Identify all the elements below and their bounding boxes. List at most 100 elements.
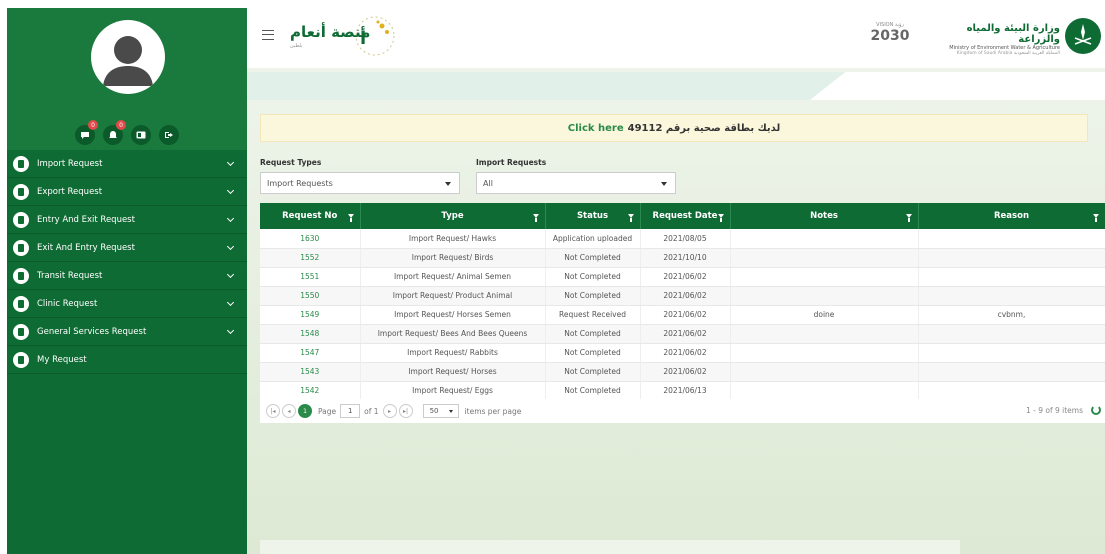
health-card-banner: Click here لديك بطاقة صحية برقم 49112 — [260, 114, 1088, 142]
cell-type: Import Request/ Horses — [360, 362, 546, 382]
column-header-reason[interactable]: Reason — [918, 203, 1105, 229]
request-types-label: Request Types — [260, 158, 322, 167]
cell-notes — [730, 381, 919, 401]
sidebar-item-general-services-request[interactable]: General Services Request — [7, 318, 247, 346]
filter-icon[interactable] — [717, 214, 724, 222]
clinic-icon — [13, 295, 29, 312]
cell-status: Not Completed — [545, 286, 641, 306]
profile-panel: 0 0 — [7, 8, 247, 150]
refresh-icon[interactable] — [1091, 405, 1101, 415]
cell-reason — [918, 267, 1105, 287]
page-number-button[interactable]: 1 — [298, 404, 312, 418]
pager: |◂ ◂ 1 Page 1 of 1 ▸ ▸| 50 items per pag… — [260, 399, 1105, 423]
filter-icon[interactable] — [347, 214, 354, 222]
request-no-link[interactable]: 1551 — [260, 267, 361, 287]
import-requests-value: All — [483, 178, 493, 188]
filter-icon[interactable] — [532, 214, 539, 222]
page-size-select[interactable]: 50 — [422, 404, 459, 418]
request-no-link[interactable]: 1542 — [260, 381, 361, 401]
sidebar-item-my-request[interactable]: My Request — [7, 346, 247, 374]
request-no-link[interactable]: 1630 — [260, 229, 361, 249]
last-page-icon[interactable]: ▸| — [398, 404, 413, 418]
import-requests-label: Import Requests — [476, 158, 547, 167]
request-no-link[interactable]: 1548 — [260, 324, 361, 344]
sidebar-item-label: Transit Request — [37, 270, 103, 281]
column-header-type[interactable]: Type — [360, 203, 546, 229]
footer-strip — [260, 540, 960, 554]
table-row: 1548 Import Request/ Bees And Bees Queens… — [260, 324, 1105, 344]
health-card-link[interactable]: Click here — [568, 123, 624, 134]
saudi-emblem-icon — [1065, 18, 1101, 54]
column-header-label: Notes — [810, 211, 838, 221]
cell-reason — [918, 343, 1105, 363]
sidebar-item-label: Export Request — [37, 186, 103, 197]
cell-date: 2021/06/13 — [640, 381, 731, 401]
notifications-badge: 0 — [116, 120, 126, 130]
cell-type: Import Request/ Rabbits — [360, 343, 546, 363]
sidebar-item-clinic-request[interactable]: Clinic Request — [7, 290, 247, 318]
sidebar-item-export-request[interactable]: Export Request — [7, 178, 247, 206]
sidebar-item-entry-exit-request[interactable]: Entry And Exit Request — [7, 206, 247, 234]
sidebar: 0 0 Import Request Export Request Entry … — [7, 8, 247, 554]
cell-reason — [918, 229, 1105, 249]
cell-status: Not Completed — [545, 324, 641, 344]
requests-table: Request No Type Status Request Date Note… — [260, 203, 1105, 401]
column-header-notes[interactable]: Notes — [730, 203, 919, 229]
request-types-select[interactable]: Import Requests — [260, 172, 460, 194]
svg-text:أ: أ — [360, 26, 366, 49]
cell-notes — [730, 362, 919, 382]
table-row: 1550 Import Request/ Product Animal Not Co… — [260, 286, 1105, 306]
ministry-name-ar: وزارة البيئة والمياه والزراعة — [966, 23, 1060, 45]
first-page-icon[interactable]: |◂ — [266, 404, 280, 418]
cell-type: Import Request/ Birds — [360, 248, 546, 268]
avatar[interactable] — [91, 20, 165, 94]
sidebar-item-label: My Request — [37, 354, 87, 365]
hamburger-menu-icon[interactable] — [262, 30, 274, 40]
column-header-label: Reason — [994, 211, 1029, 221]
chevron-down-icon — [226, 158, 235, 167]
cell-status: Request Received — [545, 305, 641, 325]
table-row: 1552 Import Request/ Birds Not Completed 20… — [260, 248, 1105, 268]
filter-icon[interactable] — [905, 214, 912, 222]
transit-icon — [13, 267, 29, 284]
chevron-down-icon — [226, 298, 235, 307]
request-no-link[interactable]: 1549 — [260, 305, 361, 325]
cell-date: 2021/06/02 — [640, 324, 731, 344]
sidebar-item-exit-entry-request[interactable]: Exit And Entry Request — [7, 234, 247, 262]
column-header-status[interactable]: Status — [545, 203, 641, 229]
request-no-link[interactable]: 1550 — [260, 286, 361, 306]
column-header-label: Request Date — [652, 211, 718, 221]
cell-notes — [730, 229, 919, 249]
logo-subtitle: بلطين — [290, 43, 303, 49]
request-no-link[interactable]: 1547 — [260, 343, 361, 363]
sidebar-item-import-request[interactable]: Import Request — [7, 150, 247, 178]
chevron-down-icon — [226, 242, 235, 251]
requests-grid: Request No Type Status Request Date Note… — [260, 203, 1105, 401]
column-header-request-no[interactable]: Request No — [260, 203, 361, 229]
ministry-country: Kingdom of Saudi Arabia المملكة العربية … — [956, 51, 1060, 56]
messages-badge: 0 — [88, 120, 98, 130]
table-row: 1542 Import Request/ Eggs Not Completed 202… — [260, 381, 1105, 401]
request-no-link[interactable]: 1543 — [260, 362, 361, 382]
cell-notes — [730, 286, 919, 306]
cell-notes — [730, 248, 919, 268]
page-input[interactable]: 1 — [340, 404, 361, 418]
exit-entry-icon — [13, 239, 29, 256]
table-row: 1549 Import Request/ Horses Semen Request … — [260, 305, 1105, 325]
sidebar-item-transit-request[interactable]: Transit Request — [7, 262, 247, 290]
filter-icon[interactable] — [1092, 214, 1099, 222]
logout-icon[interactable] — [159, 125, 179, 145]
prev-page-icon[interactable]: ◂ — [282, 404, 296, 418]
id-card-icon[interactable] — [131, 125, 151, 145]
cell-status: Not Completed — [545, 267, 641, 287]
notifications-icon[interactable]: 0 — [103, 120, 126, 145]
import-requests-select[interactable]: All — [476, 172, 676, 194]
messages-icon[interactable]: 0 — [75, 120, 98, 145]
next-page-icon[interactable]: ▸ — [382, 404, 397, 418]
caret-down-icon — [445, 182, 451, 186]
filter-icon[interactable] — [627, 214, 634, 222]
column-header-request-date[interactable]: Request Date — [640, 203, 731, 229]
request-no-link[interactable]: 1552 — [260, 248, 361, 268]
chevron-down-icon — [226, 270, 235, 279]
sidebar-item-label: Exit And Entry Request — [37, 242, 135, 253]
